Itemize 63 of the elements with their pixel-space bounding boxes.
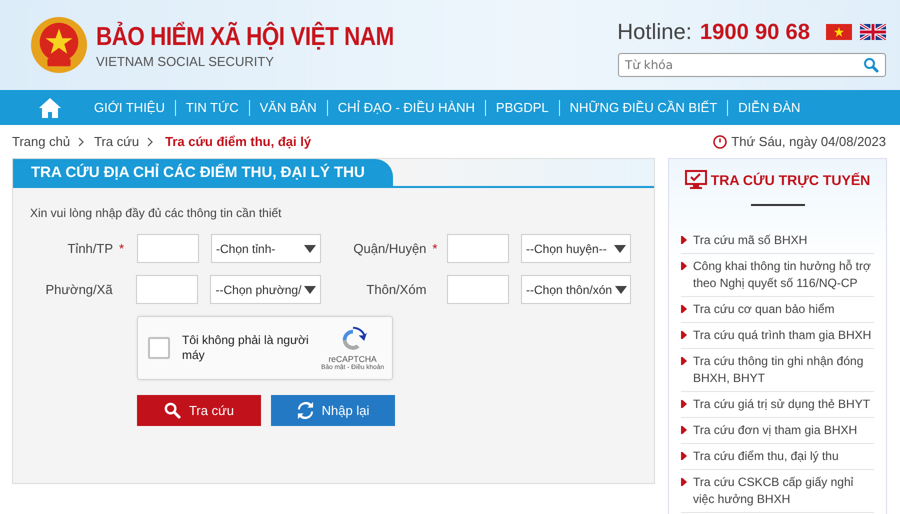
chevron-icon [147,136,154,146]
sidebar-link[interactable]: Tra cứu mã số BHXH [693,232,808,249]
search-field[interactable]: Từ khóa [618,53,886,77]
reset-button[interactable]: Nhập lại [271,395,395,426]
select-dropdown[interactable]: --Chọn thôn/xón [521,275,631,304]
required-mark: * [119,241,124,256]
bullet-icon [681,357,687,365]
sidebar-link[interactable]: Tra cứu thông tin ghi nhận đóng BHXH, BHYT [693,353,874,387]
intro-text: Xin vui lòng nhập đầy đủ các thông tin cần thiết [30,206,283,220]
caret-icon [304,244,316,252]
hotline-number: 1900 90 68 [700,19,810,45]
select-dropdown[interactable]: -Chọn tỉnh- [211,234,321,263]
field-label: Phường/Xã [44,282,113,297]
field-label: Quận/Huyện [352,241,426,256]
sidebar-link[interactable]: Tra cứu quá trình tham gia BHXH [693,327,872,344]
sidebar-link[interactable]: Công khai thông tin hưởng hỗ trợ theo Nghị quyết số 116/NQ-CP [693,258,874,292]
input-field[interactable] [136,275,198,304]
sidebar-title: TRA CỨU TRỰC TUYẾN [710,172,870,188]
select-dropdown[interactable]: --Chọn huyện-- [521,234,631,263]
input-field[interactable] [447,275,509,304]
chevron-icon [78,136,84,146]
bullet-icon [681,478,687,486]
input-field[interactable] [137,234,199,263]
clock-icon [713,134,728,148]
sidebar-link[interactable]: Tra cứu CSKCB cấp giấy nghỉ việc hưởng BHXH [693,474,874,508]
captcha-label: Tôi không phải là người máy [182,333,310,363]
select-dropdown[interactable]: --Chọn phường/ [210,275,321,304]
captcha-brand: reCAPTCHA [328,354,377,364]
bullet-icon [681,236,687,244]
refresh-icon [296,402,314,419]
emblem-icon [30,16,88,74]
hotline-label: Hotline: [617,19,692,45]
input-field[interactable] [447,234,509,263]
bullet-icon [681,452,687,460]
sidebar-link[interactable]: Tra cứu điểm thu, đại lý thu [693,448,839,465]
caret-icon [614,244,626,252]
search-button[interactable]: Tra cứu [137,395,261,426]
breadcrumb-link[interactable]: Tra cứu điểm thu, đại lý [165,134,312,149]
site-subtitle: VIETNAM SOCIAL SECURITY [96,54,275,69]
home-icon[interactable] [38,96,62,118]
site-title: BẢO HIỂM XÃ HỘI VIỆT NAM [96,21,394,52]
panel-title: TRA CỨU ĐỊA CHỈ CÁC ĐIỂM THU, ĐẠI LÝ THU [13,159,393,186]
field-label: Tỉnh/TP [66,241,113,256]
sidebar-link[interactable]: Tra cứu giá trị sử dụng thẻ BHYT [693,396,870,413]
search-icon [164,402,181,419]
bullet-icon [681,426,687,434]
monitor-icon [684,170,707,190]
field-label: Thôn/Xóm [365,282,426,297]
caret-icon [304,286,316,294]
breadcrumb-link[interactable]: Trang chủ [12,134,70,149]
sidebar-link[interactable]: Tra cứu cơ quan bảo hiểm [693,301,835,318]
bullet-icon [681,331,687,339]
required-mark: * [432,241,438,256]
breadcrumb-link[interactable]: Tra cứu [94,134,140,149]
bullet-icon [681,305,687,313]
date-text: Thứ Sáu, ngày 04/08/2023 [731,134,886,149]
sidebar-link[interactable]: Tra cứu đơn vị tham gia BHXH [693,422,858,439]
captcha-checkbox[interactable] [148,337,170,359]
caret-icon [615,286,628,294]
bullet-icon [681,262,687,270]
search-icon[interactable] [863,57,879,73]
flag-icon[interactable] [860,24,886,40]
bullet-icon [681,400,687,408]
